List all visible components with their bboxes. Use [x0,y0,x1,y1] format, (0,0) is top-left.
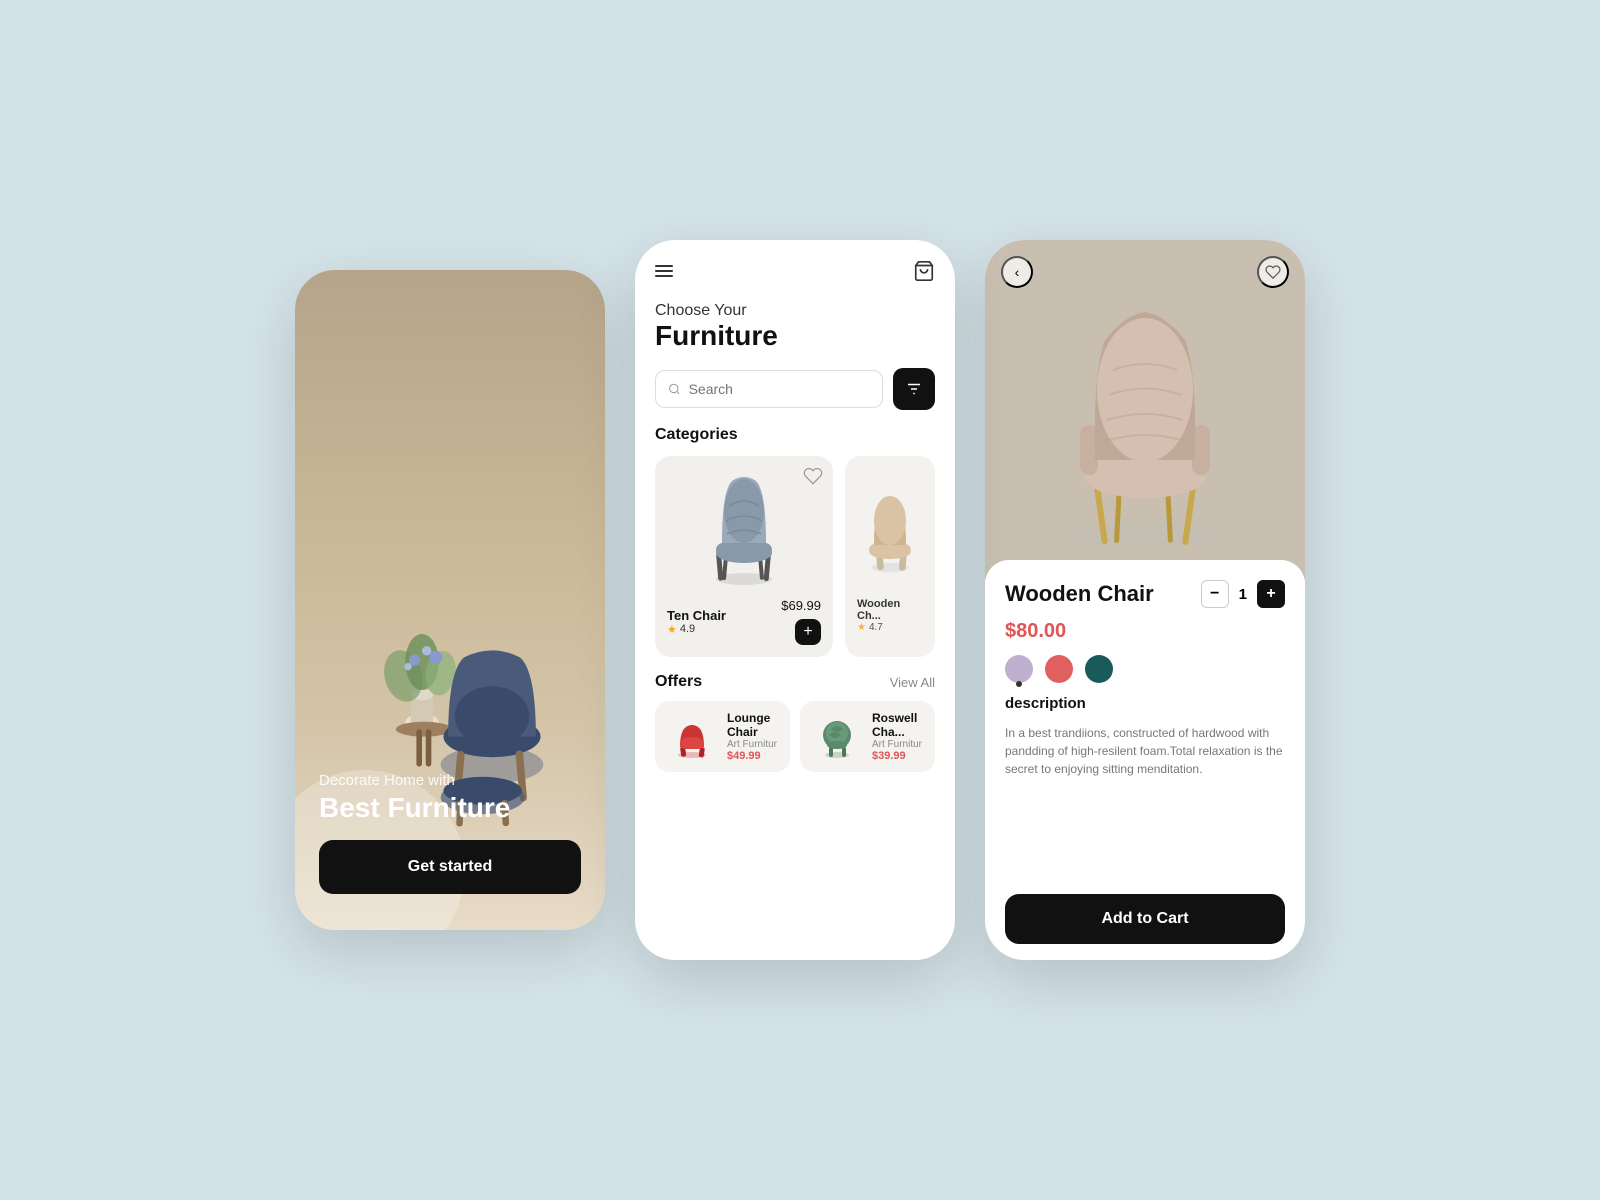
furniture-title: Furniture [655,320,935,352]
category-card-wooden-chair[interactable]: Wooden Ch... ★ 4.7 [845,456,935,657]
description-text: In a best trandiions, constructed of har… [1005,724,1285,778]
phone-browse: Choose Your Furniture Categories [635,240,955,960]
product-price: $80.00 [1005,620,1285,643]
ten-chair-name: Ten Chair [667,608,726,623]
color-teal[interactable] [1085,655,1113,683]
offer-lounge-chair[interactable]: Lounge Chair Art Furnitur $49.99 [655,701,790,772]
offer-roswell-chair[interactable]: Roswell Cha... Art Furnitur $39.99 [800,701,935,772]
ten-chair-image [667,468,821,588]
qty-plus-button[interactable]: + [1257,580,1285,608]
wooden-chair-name: Wooden Ch... [857,598,923,622]
get-started-button[interactable]: Get started [319,840,581,894]
lounge-chair-info: Lounge Chair Art Furnitur $49.99 [727,711,778,762]
roswell-chair-image [812,712,862,762]
quantity-display: 1 [1239,586,1247,603]
landing-title: Best Furniture [319,793,581,824]
offers-list: Lounge Chair Art Furnitur $49.99 [635,701,955,772]
roswell-chair-price: $39.99 [872,750,923,762]
roswell-chair-name: Roswell Cha... [872,711,923,739]
back-button[interactable]: ‹ [1001,256,1033,288]
color-selector [1005,655,1285,683]
roswell-chair-info: Roswell Cha... Art Furnitur $39.99 [872,711,923,762]
search-row [635,368,955,426]
add-to-cart-button[interactable]: Add to Cart [1005,894,1285,944]
landing-subtitle: Decorate Home with [319,772,581,789]
filter-button[interactable] [893,368,935,410]
wishlist-button[interactable] [1257,256,1289,288]
categories-row: Ten Chair ★ 4.9 $69.99 + [635,456,955,673]
description-label: description [1005,695,1285,712]
offers-label: Offers [655,673,702,691]
detail-info-section: Wooden Chair − 1 + $80.00 description In… [985,560,1305,960]
ten-chair-price: $69.99 [781,598,821,613]
offers-row: Offers View All [635,673,955,701]
category-card-ten-chair[interactable]: Ten Chair ★ 4.9 $69.99 + [655,456,833,657]
lounge-chair-brand: Art Furnitur [727,739,778,750]
view-all-button[interactable]: View All [890,675,935,690]
lounge-chair-image [667,712,717,762]
color-lavender[interactable] [1005,655,1033,683]
roswell-chair-brand: Art Furnitur [872,739,923,750]
product-chair-svg [1025,270,1265,550]
search-input-wrap[interactable] [655,370,883,408]
color-red[interactable] [1045,655,1073,683]
detail-image-section: ‹ [985,240,1305,580]
heart-icon[interactable] [803,466,823,486]
cart-icon[interactable] [913,260,935,282]
ten-chair-add-button[interactable]: + [795,619,821,645]
lounge-chair-price: $49.99 [727,750,778,762]
wooden-chair-image [857,468,923,588]
ten-chair-rating: ★ 4.9 [667,623,726,636]
product-name: Wooden Chair [1005,581,1154,607]
quantity-control: − 1 + [1201,580,1285,608]
phone-landing: Decorate Home with Best Furniture Get st… [295,270,605,930]
phone-detail: ‹ [985,240,1305,960]
search-input[interactable] [689,381,870,397]
browse-header [635,240,955,292]
lounge-chair-name: Lounge Chair [727,711,778,739]
heart-detail-icon [1265,264,1281,280]
filter-icon [905,380,923,398]
detail-title-row: Wooden Chair − 1 + [1005,580,1285,608]
browse-title-section: Choose Your Furniture [635,292,955,368]
ten-chair-info: Ten Chair ★ 4.9 $69.99 + [667,598,821,645]
search-icon [668,382,681,396]
menu-icon[interactable] [655,265,673,277]
qty-minus-button[interactable]: − [1201,580,1229,608]
choose-text: Choose Your [655,302,935,320]
categories-label: Categories [635,426,955,456]
landing-text: Decorate Home with Best Furniture [319,772,581,824]
